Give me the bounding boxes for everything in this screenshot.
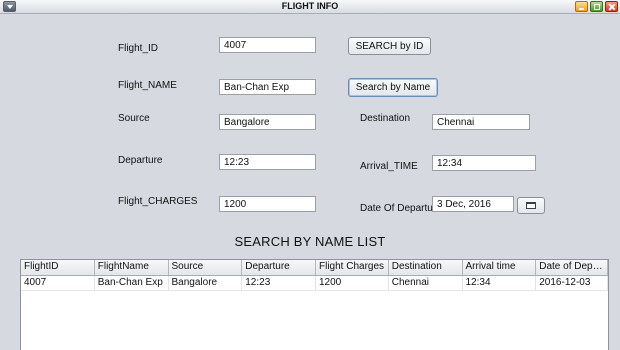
column-header[interactable]: Arrival time <box>463 260 537 275</box>
column-header[interactable]: Flight Charges <box>316 260 389 275</box>
flight-charges-field[interactable] <box>219 196 316 212</box>
flight-id-field[interactable] <box>219 37 316 53</box>
table-cell: 4007 <box>21 276 95 290</box>
table-header: FlightID FlightName Source Departure Fli… <box>21 260 608 276</box>
table-cell: Bangalore <box>169 276 243 290</box>
table-cell: 1200 <box>316 276 389 290</box>
arrival-time-label: Arrival_TIME <box>360 161 418 172</box>
destination-label: Destination <box>360 113 411 124</box>
flight-name-field[interactable] <box>219 79 316 95</box>
column-header[interactable]: FlightID <box>21 260 95 275</box>
column-header[interactable]: Date of Depart... <box>536 260 608 275</box>
close-icon[interactable] <box>605 1 618 12</box>
date-of-departure-label: Date Of Departure <box>360 203 442 214</box>
column-header[interactable]: FlightName <box>95 260 169 275</box>
date-of-departure-field[interactable] <box>432 196 514 212</box>
results-table[interactable]: FlightID FlightName Source Departure Fli… <box>20 259 609 350</box>
table-cell: Chennai <box>389 276 463 290</box>
column-header[interactable]: Destination <box>389 260 463 275</box>
flight-name-label: Flight_NAME <box>118 80 177 91</box>
maximize-icon[interactable] <box>590 1 603 12</box>
flight-id-label: Flight_ID <box>118 43 159 54</box>
calendar-button[interactable] <box>517 197 545 214</box>
search-by-id-button[interactable]: SEARCH by ID <box>348 37 431 55</box>
destination-field[interactable] <box>432 114 530 130</box>
flight-charges-label: Flight_CHARGES <box>118 196 198 207</box>
table-cell: 2016-12-03 <box>536 276 608 290</box>
source-field[interactable] <box>219 114 316 130</box>
search-by-name-button[interactable]: Search by Name <box>348 78 438 97</box>
table-cell: 12:23 <box>242 276 316 290</box>
source-label: Source <box>118 113 150 124</box>
calendar-icon <box>526 202 536 209</box>
window-title: FLIGHT INFO <box>281 1 339 11</box>
table-row[interactable]: 4007 Ban-Chan Exp Bangalore 12:23 1200 C… <box>21 276 608 291</box>
list-title: SEARCH BY NAME LIST <box>234 234 386 249</box>
title-bar: FLIGHT INFO <box>0 0 620 14</box>
departure-label: Departure <box>118 155 163 166</box>
table-cell: Ban-Chan Exp <box>95 276 169 290</box>
arrival-time-field[interactable] <box>432 155 536 171</box>
table-cell: 12:34 <box>463 276 537 290</box>
column-header[interactable]: Source <box>169 260 243 275</box>
minimize-icon[interactable] <box>575 1 588 12</box>
departure-field[interactable] <box>219 154 316 170</box>
column-header[interactable]: Departure <box>242 260 316 275</box>
